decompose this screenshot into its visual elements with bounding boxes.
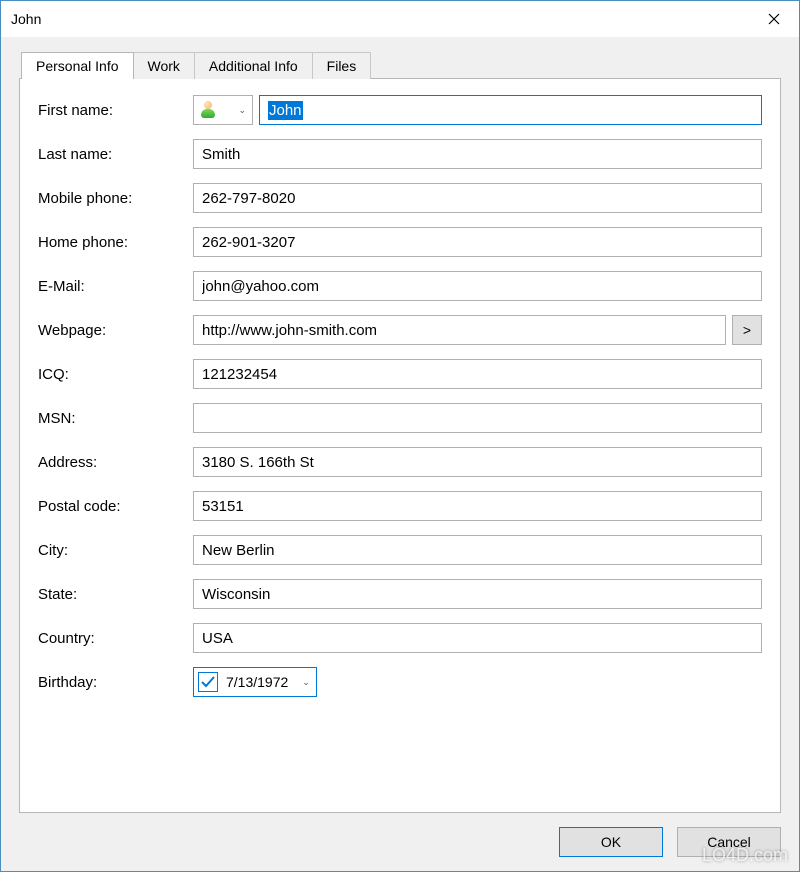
tabpanel-personal-info: First name: ⌄ John Last name: bbox=[19, 78, 781, 813]
window-title: John bbox=[11, 11, 749, 27]
row-webpage: Webpage: > bbox=[38, 315, 762, 345]
check-icon bbox=[200, 674, 216, 690]
home-field[interactable] bbox=[193, 227, 762, 257]
label-state: State: bbox=[38, 586, 193, 603]
row-address: Address: bbox=[38, 447, 762, 477]
tab-work[interactable]: Work bbox=[134, 52, 195, 79]
address-field[interactable] bbox=[193, 447, 762, 477]
label-email: E-Mail: bbox=[38, 278, 193, 295]
row-first-name: First name: ⌄ John bbox=[38, 95, 762, 125]
row-postal: Postal code: bbox=[38, 491, 762, 521]
row-mobile: Mobile phone: bbox=[38, 183, 762, 213]
label-postal: Postal code: bbox=[38, 498, 193, 515]
first-name-field[interactable]: John bbox=[259, 95, 762, 125]
close-icon bbox=[768, 13, 780, 25]
chevron-down-icon: ⌄ bbox=[238, 105, 246, 116]
tab-files[interactable]: Files bbox=[313, 52, 372, 79]
row-state: State: bbox=[38, 579, 762, 609]
row-country: Country: bbox=[38, 623, 762, 653]
tab-personal-info[interactable]: Personal Info bbox=[21, 52, 134, 79]
birthday-checkbox[interactable] bbox=[198, 672, 218, 692]
label-city: City: bbox=[38, 542, 193, 559]
tab-additional-info[interactable]: Additional Info bbox=[195, 52, 313, 79]
email-field[interactable] bbox=[193, 271, 762, 301]
row-icq: ICQ: bbox=[38, 359, 762, 389]
label-address: Address: bbox=[38, 454, 193, 471]
cancel-button[interactable]: Cancel bbox=[677, 827, 781, 857]
person-icon bbox=[199, 101, 217, 119]
label-last-name: Last name: bbox=[38, 146, 193, 163]
titlebar: John bbox=[1, 1, 799, 37]
row-last-name: Last name: bbox=[38, 139, 762, 169]
label-birthday: Birthday: bbox=[38, 674, 193, 691]
label-first-name: First name: bbox=[38, 102, 193, 119]
birthday-value: 7/13/1972 bbox=[226, 674, 288, 690]
country-field[interactable] bbox=[193, 623, 762, 653]
postal-field[interactable] bbox=[193, 491, 762, 521]
dialog-buttons: OK Cancel bbox=[19, 813, 781, 857]
msn-field[interactable] bbox=[193, 403, 762, 433]
label-msn: MSN: bbox=[38, 410, 193, 427]
chevron-down-icon: ⌄ bbox=[302, 677, 310, 688]
state-field[interactable] bbox=[193, 579, 762, 609]
birthday-picker[interactable]: 7/13/1972 ⌄ bbox=[193, 667, 317, 697]
avatar-combo[interactable]: ⌄ bbox=[193, 95, 253, 125]
row-msn: MSN: bbox=[38, 403, 762, 433]
row-birthday: Birthday: 7/13/1972 ⌄ bbox=[38, 667, 762, 697]
row-city: City: bbox=[38, 535, 762, 565]
row-email: E-Mail: bbox=[38, 271, 762, 301]
label-webpage: Webpage: bbox=[38, 322, 193, 339]
last-name-field[interactable] bbox=[193, 139, 762, 169]
icq-field[interactable] bbox=[193, 359, 762, 389]
label-home: Home phone: bbox=[38, 234, 193, 251]
webpage-go-button[interactable]: > bbox=[732, 315, 762, 345]
mobile-field[interactable] bbox=[193, 183, 762, 213]
city-field[interactable] bbox=[193, 535, 762, 565]
tabstrip: Personal Info Work Additional Info Files bbox=[21, 52, 781, 79]
contact-window: John Personal Info Work Additional Info … bbox=[0, 0, 800, 872]
label-icq: ICQ: bbox=[38, 366, 193, 383]
ok-button[interactable]: OK bbox=[559, 827, 663, 857]
row-home: Home phone: bbox=[38, 227, 762, 257]
client-area: Personal Info Work Additional Info Files… bbox=[1, 37, 799, 871]
label-mobile: Mobile phone: bbox=[38, 190, 193, 207]
label-country: Country: bbox=[38, 630, 193, 647]
webpage-field[interactable] bbox=[193, 315, 726, 345]
close-button[interactable] bbox=[749, 3, 799, 35]
first-name-value: John bbox=[268, 101, 303, 120]
